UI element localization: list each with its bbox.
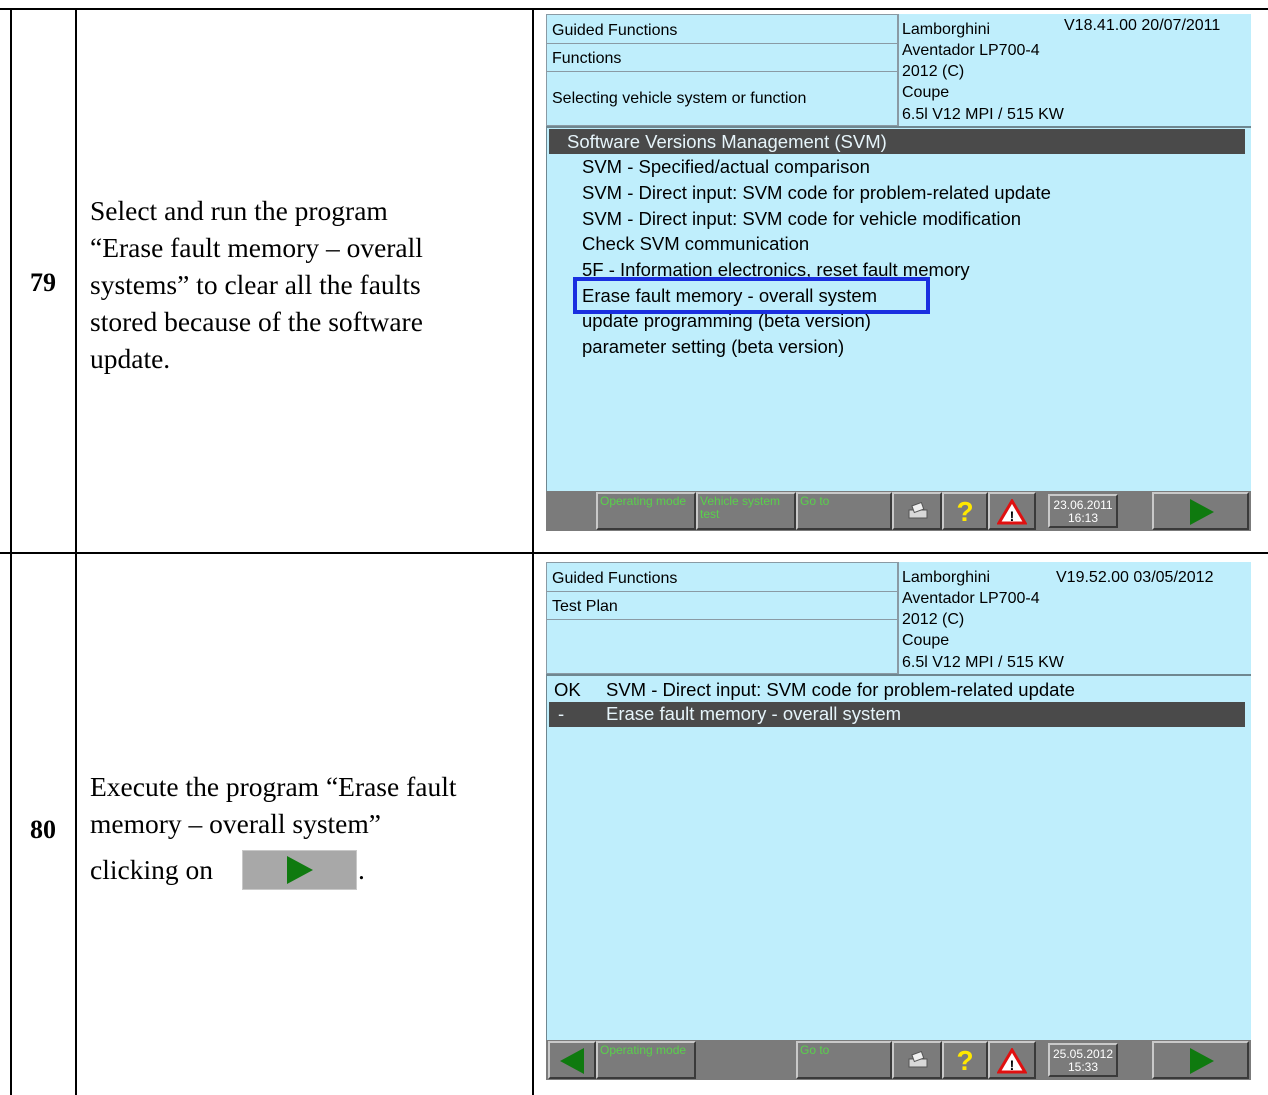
print-button[interactable]	[892, 492, 942, 530]
step-instruction: Execute the program “Erase fault memory …	[90, 768, 530, 894]
list-group-header[interactable]: Software Versions Management (SVM)	[549, 129, 1245, 154]
svg-text:?: ?	[956, 497, 973, 525]
warning-button[interactable]: !	[988, 492, 1036, 530]
play-button-image	[242, 850, 357, 890]
instruction-line: stored because of the software	[90, 306, 423, 337]
list-item[interactable]: SVM - Specified/actual comparison	[582, 156, 870, 178]
breadcrumb-level-1: Guided Functions	[546, 14, 898, 44]
vehicle-year: 2012 (C)	[902, 63, 965, 80]
instruction-line: Execute the program “Erase fault	[90, 771, 457, 802]
test-plan-row[interactable]: OK	[554, 679, 581, 701]
play-arrow-icon	[1190, 499, 1214, 525]
svg-text:!: !	[1010, 1057, 1015, 1073]
vehicle-body: Coupe	[902, 84, 950, 101]
forward-button[interactable]	[1152, 1041, 1249, 1079]
vehicle-system-test-button[interactable]: Vehicle system test	[696, 492, 796, 530]
help-icon: ?	[956, 1046, 973, 1074]
list-item[interactable]: SVM - Direct input: SVM code for problem…	[582, 182, 1051, 204]
vehicle-make: Lamborghini	[902, 569, 991, 586]
vehicle-body: Coupe	[902, 632, 950, 649]
vehicle-year: 2012 (C)	[902, 611, 965, 628]
table-column-divider	[532, 8, 534, 1095]
help-button[interactable]: ?	[942, 1041, 988, 1079]
selection-highlight-box	[573, 277, 930, 314]
vehicle-model: Aventador LP700-4	[902, 42, 1040, 59]
software-version: V18.41.00 20/07/2011	[1064, 17, 1221, 34]
list-item[interactable]: parameter setting (beta version)	[582, 336, 844, 358]
diagnostic-screen: Guided Functions Functions Selecting veh…	[546, 14, 1251, 531]
vehicle-model: Aventador LP700-4	[902, 590, 1040, 607]
breadcrumb-level-1: Guided Functions	[546, 562, 898, 592]
instruction-line: systems” to clear all the faults	[90, 269, 421, 300]
breadcrumb-level-2: Functions	[546, 43, 898, 72]
instruction-line: update.	[90, 343, 171, 374]
operating-mode-button[interactable]: Operating mode	[596, 492, 696, 530]
date-time-display: 25.05.2012 15:33	[1048, 1043, 1118, 1077]
warning-icon: !	[997, 499, 1027, 525]
vehicle-engine: 6.5l V12 MPI / 515 KW	[902, 654, 1064, 671]
table-border-top	[0, 8, 1268, 10]
forward-button[interactable]	[1152, 492, 1249, 530]
instruction-line: Select and run the program	[90, 195, 388, 226]
back-arrow-icon	[560, 1048, 584, 1074]
table-border-left	[10, 8, 12, 1095]
operating-mode-button[interactable]: Operating mode	[596, 1041, 696, 1079]
test-plan-row-label: Erase fault memory - overall system	[606, 703, 902, 724]
diagnostic-screen: Guided Functions Test Plan Lamborghini V…	[546, 562, 1251, 1080]
breadcrumb-level-3: Selecting vehicle system or function	[546, 71, 898, 126]
breadcrumb-level-3	[546, 619, 898, 674]
test-plan-row-label[interactable]: SVM - Direct input: SVM code for problem…	[606, 679, 1075, 701]
vehicle-make: Lamborghini	[902, 21, 991, 38]
warning-icon: !	[997, 1048, 1027, 1074]
printer-icon	[908, 502, 928, 519]
software-version: V19.52.00 03/05/2012	[1056, 569, 1214, 586]
instruction-line: “Erase fault memory – overall	[90, 232, 423, 263]
help-icon: ?	[956, 497, 973, 525]
instruction-line: memory – overall system”	[90, 808, 381, 839]
print-button[interactable]	[892, 1041, 942, 1079]
list-item[interactable]: Check SVM communication	[582, 233, 809, 255]
list-item[interactable]: SVM - Direct input: SVM code for vehicle…	[582, 208, 1021, 230]
svg-text:!: !	[1010, 508, 1015, 524]
svg-text:?: ?	[956, 1046, 973, 1074]
table-column-divider	[75, 8, 77, 1095]
date-time-display: 23.06.2011 16:13	[1048, 494, 1118, 528]
play-arrow-icon	[1190, 1048, 1214, 1074]
row-status: OK	[554, 679, 581, 700]
help-button[interactable]: ?	[942, 492, 988, 530]
warning-button[interactable]: !	[988, 1041, 1036, 1079]
vehicle-engine: 6.5l V12 MPI / 515 KW	[902, 106, 1064, 123]
step-instruction: Select and run the program “Erase fault …	[90, 192, 530, 377]
go-to-button[interactable]: Go to	[796, 1041, 892, 1079]
instruction-line: clicking on .	[90, 846, 530, 894]
row-status: -	[558, 703, 565, 724]
go-to-button[interactable]: Go to	[796, 492, 892, 530]
printer-icon	[908, 1051, 928, 1068]
breadcrumb-level-2: Test Plan	[546, 591, 898, 620]
step-number: 79	[30, 268, 56, 297]
table-row-divider	[0, 552, 1268, 554]
back-button[interactable]	[548, 1041, 596, 1079]
play-arrow-icon	[287, 856, 313, 884]
test-plan-list	[546, 674, 1251, 1042]
step-number: 80	[30, 815, 56, 844]
